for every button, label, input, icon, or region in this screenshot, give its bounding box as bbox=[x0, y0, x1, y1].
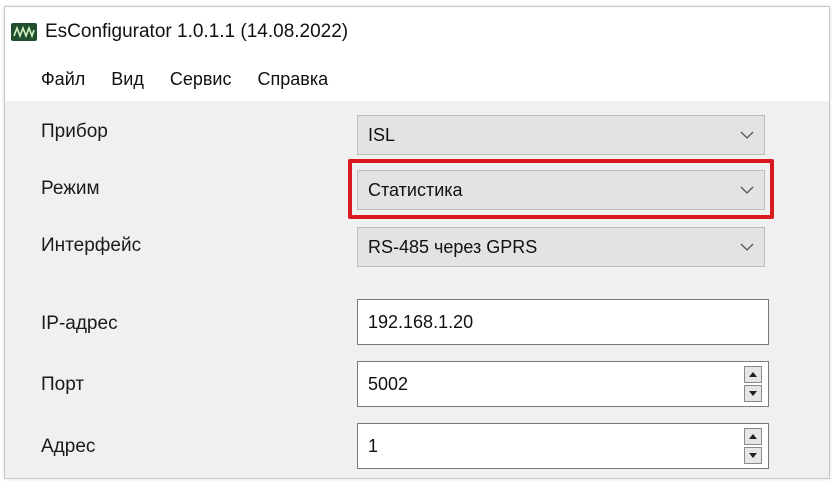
address-label: Адрес bbox=[41, 436, 96, 457]
port-spin-buttons bbox=[744, 366, 762, 402]
title-bar: EsConfigurator 1.0.1.1 (14.08.2022) bbox=[5, 7, 829, 57]
menu-service[interactable]: Сервис bbox=[157, 69, 245, 90]
port-stepper[interactable]: 5002 bbox=[357, 361, 769, 407]
device-label: Прибор bbox=[41, 121, 108, 142]
interface-select-value: RS-485 через GPRS bbox=[368, 236, 538, 257]
device-select[interactable]: ISL bbox=[357, 115, 765, 155]
ip-input-value: 192.168.1.20 bbox=[368, 311, 474, 332]
interface-select[interactable]: RS-485 через GPRS bbox=[357, 227, 765, 267]
address-decrement-button[interactable] bbox=[744, 447, 762, 464]
port-label: Порт bbox=[41, 374, 85, 395]
port-increment-button[interactable] bbox=[744, 366, 762, 383]
port-stepper-value: 5002 bbox=[368, 373, 409, 394]
menu-file[interactable]: Файл bbox=[5, 69, 98, 90]
menu-help[interactable]: Справка bbox=[244, 69, 341, 90]
window-title: EsConfigurator 1.0.1.1 (14.08.2022) bbox=[45, 21, 349, 42]
menu-bar: Файл Вид Сервис Справка bbox=[5, 57, 829, 101]
menu-view[interactable]: Вид bbox=[98, 69, 157, 90]
caret-up-icon bbox=[749, 434, 757, 439]
waveform-app-icon bbox=[11, 23, 37, 41]
address-stepper-value: 1 bbox=[368, 435, 379, 456]
device-select-value: ISL bbox=[368, 124, 396, 145]
address-stepper[interactable]: 1 bbox=[357, 423, 769, 469]
caret-up-icon bbox=[749, 372, 757, 377]
interface-label: Интерфейс bbox=[41, 235, 142, 256]
settings-form: Прибор ISL Режим Статистика Интерфейс RS… bbox=[5, 101, 829, 478]
caret-down-icon bbox=[749, 391, 757, 396]
ip-input[interactable]: 192.168.1.20 bbox=[357, 299, 769, 345]
chevron-down-icon bbox=[730, 243, 764, 251]
app-window: EsConfigurator 1.0.1.1 (14.08.2022) Файл… bbox=[4, 6, 830, 479]
address-spin-buttons bbox=[744, 428, 762, 464]
mode-highlight-box bbox=[348, 159, 774, 219]
mode-label: Режим bbox=[41, 178, 100, 199]
ip-label: IP-адрес bbox=[41, 313, 118, 334]
caret-down-icon bbox=[749, 453, 757, 458]
port-decrement-button[interactable] bbox=[744, 385, 762, 402]
chevron-down-icon bbox=[730, 131, 764, 139]
address-increment-button[interactable] bbox=[744, 428, 762, 445]
